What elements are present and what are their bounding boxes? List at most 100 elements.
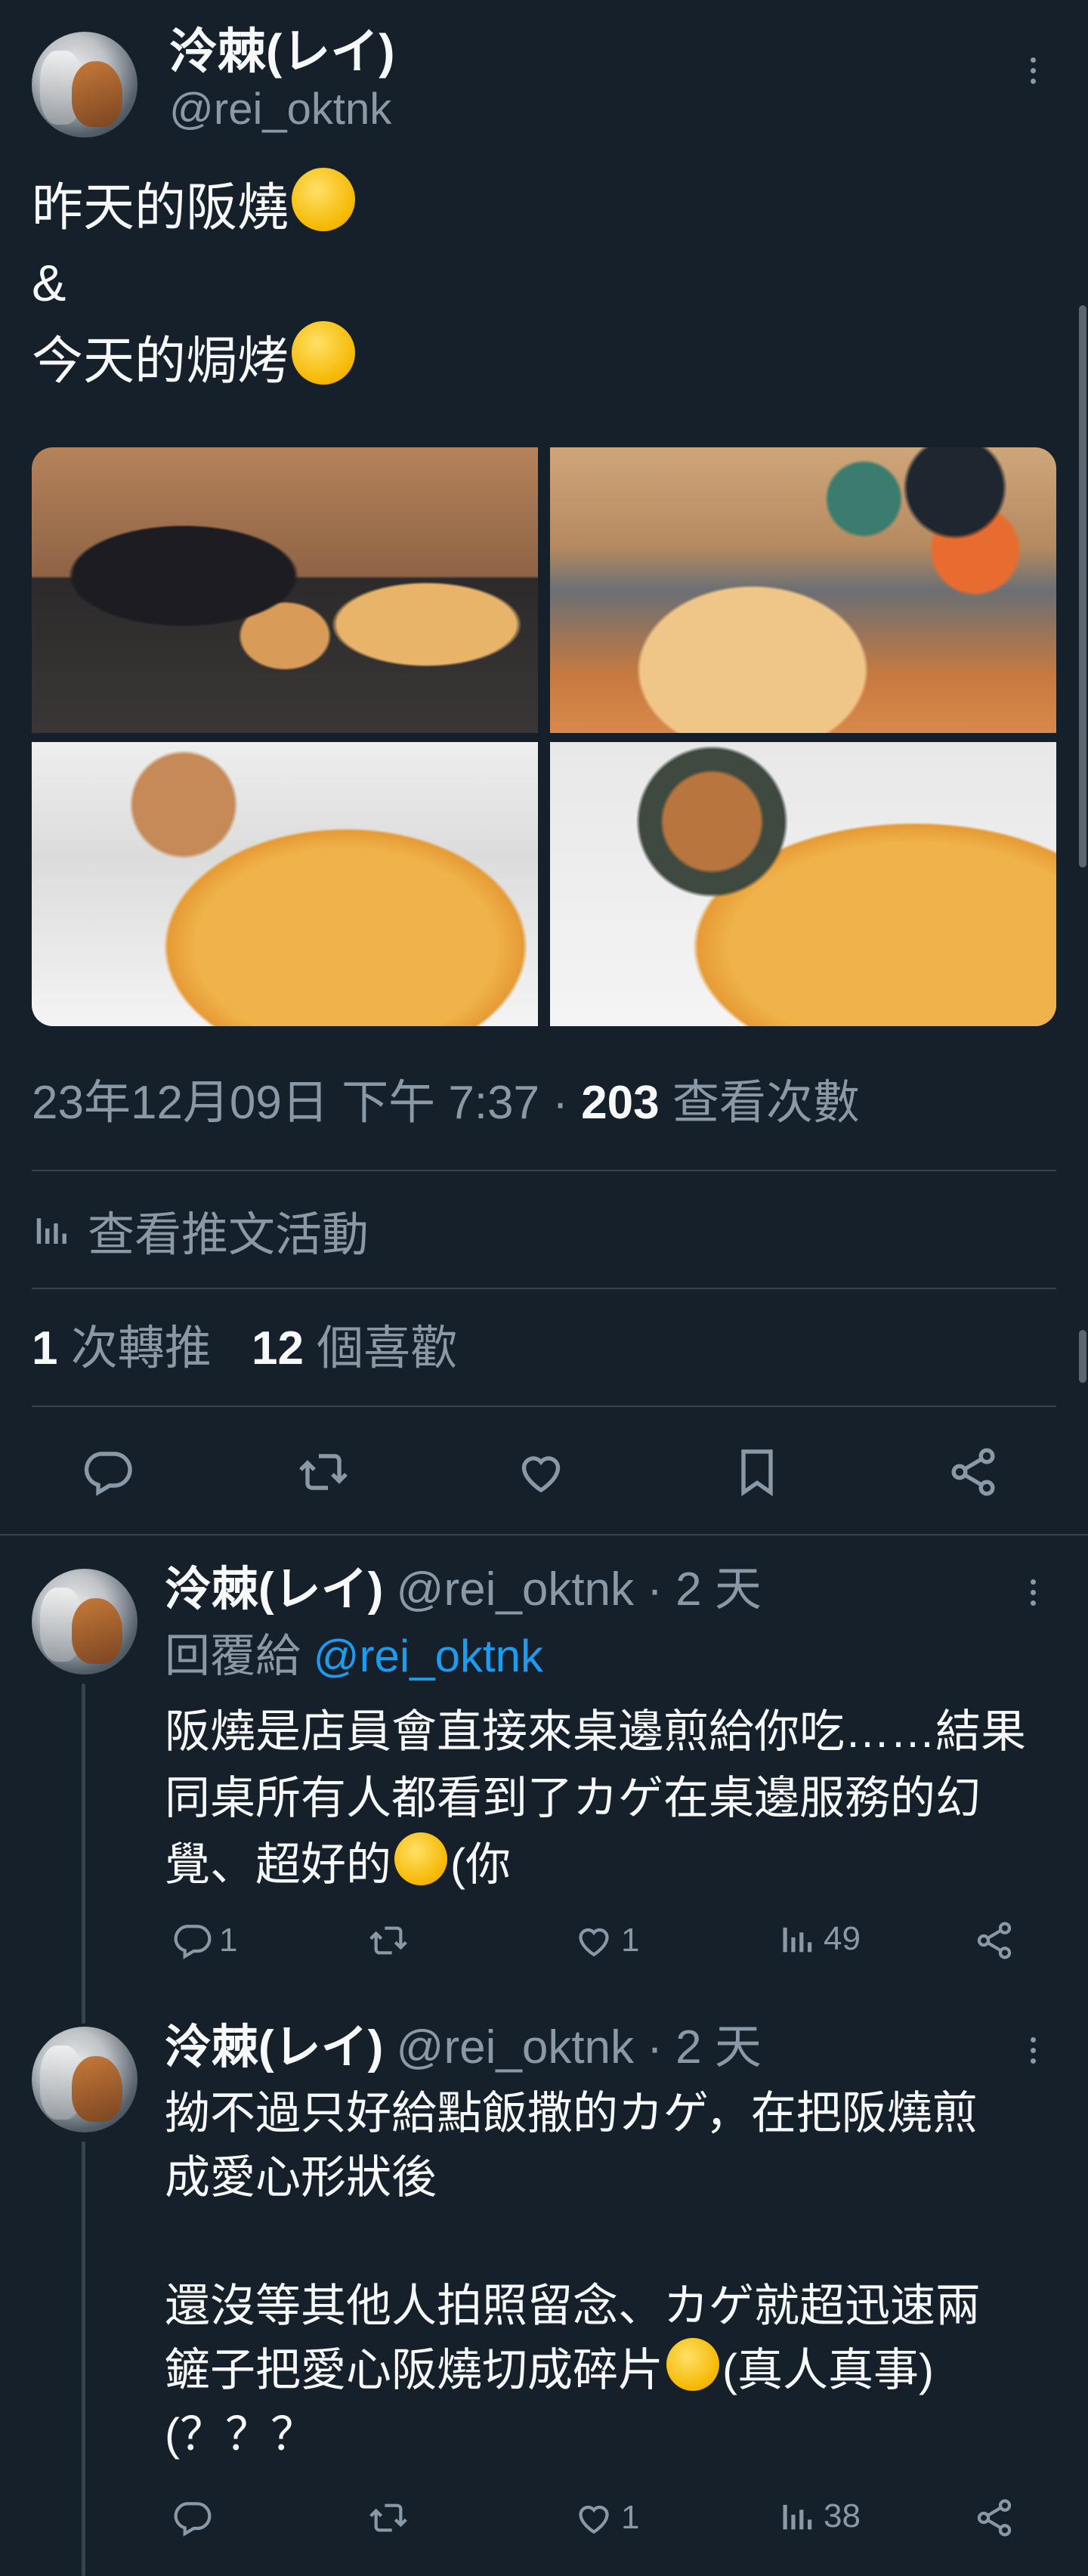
- reply-line: 同桌所有人都看到了カゲ在桌邊服務的幻: [165, 1773, 981, 1823]
- reply-line: 成愛心形狀後: [165, 2152, 437, 2203]
- share-icon[interactable]: [973, 1919, 1015, 1962]
- reply-to-label: 回覆給: [165, 1631, 301, 1681]
- reply-time[interactable]: · 2 天: [647, 1563, 762, 1616]
- reply-button[interactable]: 1: [171, 1919, 237, 1962]
- reply-line: 鏟子把愛心阪燒切成碎片 (真人真事): [165, 2338, 981, 2402]
- more-options-icon[interactable]: [1029, 2037, 1038, 2069]
- share-icon[interactable]: [973, 2497, 1015, 2539]
- photo-1[interactable]: [32, 447, 538, 733]
- likes-stat[interactable]: 12 個喜歡: [252, 1322, 457, 1375]
- avatar-hair-shape: [72, 2056, 123, 2122]
- photo-3[interactable]: [32, 742, 538, 1026]
- reply-line: 阪燒是店員會直接來桌邊煎給你吃……結果: [165, 1706, 1026, 1757]
- reply-icon: [171, 2497, 213, 2539]
- reply-author-name[interactable]: 泠棘(レイ): [165, 1563, 383, 1616]
- scrollbar-thumb[interactable]: [1079, 305, 1086, 867]
- analytics-icon: [778, 1919, 818, 1959]
- reply-to-handle-link[interactable]: @rei_oktnk: [314, 1631, 543, 1681]
- reply-avatar[interactable]: [32, 1569, 138, 1675]
- views-button[interactable]: 49: [778, 1919, 861, 1959]
- author-handle[interactable]: @rei_oktnk: [169, 83, 391, 136]
- avatar-hair-shape: [72, 61, 123, 127]
- thread-line: [82, 1684, 85, 2024]
- retweets-label: 次轉推: [70, 1322, 212, 1375]
- more-options-icon[interactable]: [1029, 57, 1038, 89]
- bookmark-icon[interactable]: [730, 1445, 784, 1499]
- analytics-icon: [32, 1210, 73, 1251]
- reply-icon: [171, 1919, 213, 1962]
- reply-text: 拗不過只好給點飯撒的カゲ，在把阪燒煎 成愛心形狀後 還沒等其他人拍照留念、カゲ就…: [165, 2081, 981, 2466]
- pleading-face-emoji-icon: [394, 1832, 447, 1886]
- author-name[interactable]: 泠棘(レイ): [169, 23, 395, 80]
- retweet-icon[interactable]: [296, 1445, 351, 1499]
- like-icon[interactable]: [514, 1445, 568, 1499]
- reply-line: 還沒等其他人拍照留念、カゲ就超迅速兩: [165, 2281, 981, 2331]
- retweets-stat[interactable]: 1 次轉推: [32, 1322, 224, 1375]
- views-label: 查看次數: [672, 1077, 860, 1129]
- reply-header: 泠棘(レイ) @rei_oktnk · 2 天: [165, 1558, 762, 1622]
- reply-text: 阪燒是店員會直接來桌邊煎給你吃……結果 同桌所有人都看到了カゲ在桌邊服務的幻 覺…: [165, 1699, 1026, 1898]
- reply-button[interactable]: [171, 2497, 213, 2539]
- views-button[interactable]: 38: [778, 2497, 861, 2536]
- view-activity-link[interactable]: 查看推文活動: [32, 1200, 369, 1261]
- retweets-count: 1: [32, 1322, 58, 1375]
- activity-label: 查看推文活動: [88, 1209, 369, 1261]
- tweet-line-3: 今天的焗烤: [32, 321, 356, 399]
- meta-separator: ·: [552, 1077, 568, 1129]
- reply-author-handle[interactable]: @rei_oktnk: [397, 2021, 635, 2073]
- reply-line: 覺、超好的 (你: [165, 1832, 1026, 1898]
- retweet-button[interactable]: [367, 2497, 410, 2539]
- like-icon: [573, 1919, 615, 1962]
- smiling-face-emoji-icon: [292, 168, 356, 231]
- action-bar: [32, 1436, 1056, 1505]
- more-options-icon[interactable]: [1029, 1579, 1038, 1611]
- likes-label: 個喜歡: [317, 1322, 458, 1375]
- view-count: 49: [824, 1920, 861, 1957]
- author-avatar[interactable]: [32, 32, 138, 138]
- share-icon[interactable]: [946, 1445, 1000, 1499]
- tweet-line-1: 昨天的阪燒: [32, 168, 356, 246]
- reply-icon[interactable]: [80, 1445, 134, 1499]
- retweet-icon: [367, 2497, 410, 2539]
- engagement-counts: 1 次轉推 12 個喜歡: [32, 1319, 457, 1379]
- reply-author-name[interactable]: 泠棘(レイ): [165, 2021, 383, 2073]
- divider: [32, 1406, 1056, 1407]
- divider: [32, 1288, 1056, 1289]
- analytics-icon: [778, 2497, 818, 2536]
- reply-header: 泠棘(レイ) @rei_oktnk · 2 天: [165, 2016, 762, 2080]
- reply-author-handle[interactable]: @rei_oktnk: [397, 1563, 635, 1616]
- like-icon: [573, 2497, 615, 2539]
- photo-grid: [32, 447, 1056, 1026]
- retweet-button[interactable]: [367, 1919, 410, 1962]
- reply-action-bar: 1 38: [165, 2489, 1056, 2547]
- smiling-face-with-tear-emoji-icon: [666, 2338, 719, 2391]
- reply-time[interactable]: · 2 天: [647, 2021, 762, 2073]
- likes-count: 12: [251, 1322, 304, 1375]
- tweet-meta: 23年12月09日 下午 7:37 · 203 查看次數: [32, 1073, 860, 1133]
- views-count: 203: [581, 1077, 660, 1129]
- reply-avatar[interactable]: [32, 2027, 138, 2132]
- smiling-face-emoji-icon: [292, 321, 356, 385]
- divider: [32, 1170, 1056, 1171]
- tweet-text: 昨天的阪燒 & 今天的焗烤: [32, 168, 356, 399]
- reply-line: [165, 2210, 981, 2274]
- reply-action-bar: 1 1 49: [165, 1912, 1056, 1969]
- divider: [0, 1534, 1088, 1535]
- reply-line: 拗不過只好給點飯撒的カゲ，在把阪燒煎: [165, 2088, 978, 2138]
- reply-count: 1: [219, 1922, 238, 1959]
- like-button[interactable]: 1: [573, 2497, 639, 2539]
- like-button[interactable]: 1: [573, 1919, 639, 1962]
- thread-line: [82, 2142, 85, 2576]
- tweet-line-2: &: [32, 255, 66, 312]
- like-count: 1: [621, 1922, 640, 1959]
- reply-to-line: 回覆給 @rei_oktnk: [165, 1626, 543, 1687]
- photo-4[interactable]: [550, 742, 1056, 1026]
- view-count: 38: [824, 2497, 861, 2534]
- avatar-hair-shape: [72, 1598, 123, 1664]
- retweet-icon: [367, 1919, 410, 1962]
- scrollbar-thumb-lower[interactable]: [1079, 1330, 1086, 1383]
- photo-2[interactable]: [550, 447, 1056, 733]
- reply-line: (？？？: [165, 2409, 316, 2460]
- like-count: 1: [621, 2499, 640, 2536]
- timestamp[interactable]: 23年12月09日 下午 7:37: [32, 1077, 539, 1129]
